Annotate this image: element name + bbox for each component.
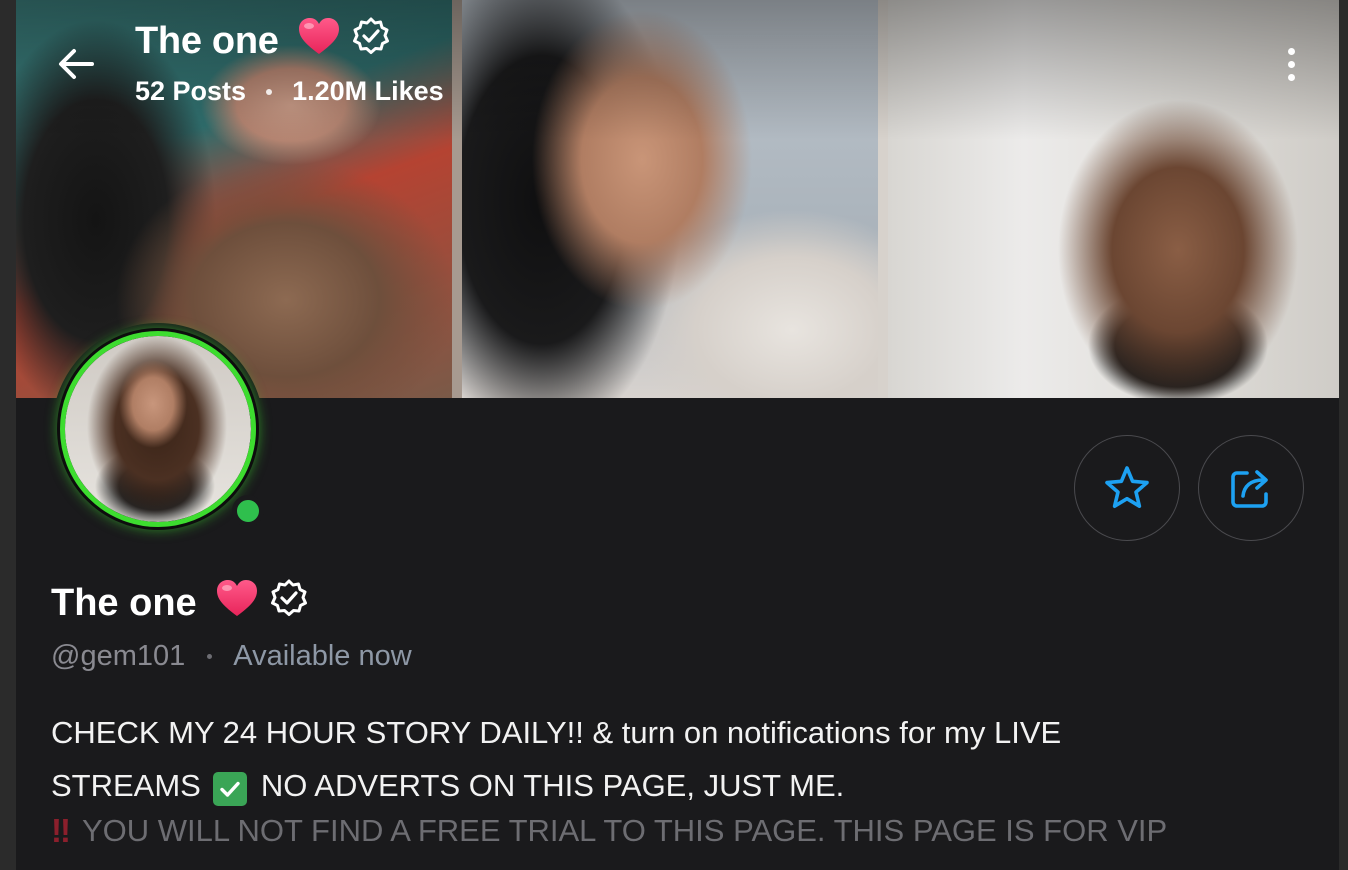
handle-row: @gem101 Available now [51, 640, 412, 673]
availability-status: Available now [233, 640, 412, 672]
add-to-favorites-button[interactable] [1074, 435, 1180, 541]
window-edge-left [0, 0, 16, 870]
window-edge-right [1339, 0, 1348, 870]
bio-line-faded: ‼ YOU WILL NOT FIND A FREE TRIAL TO THIS… [51, 812, 1168, 849]
share-icon [1231, 470, 1268, 508]
heart-icon [297, 16, 341, 66]
check-mark-icon [212, 772, 247, 806]
avatar[interactable] [52, 323, 264, 535]
double-exclamation-icon: ‼ [51, 812, 71, 849]
separator-dot [207, 654, 213, 659]
avatar-image [65, 336, 251, 522]
header-stats: 52 Posts 1.20M Likes [135, 76, 444, 107]
more-options-button[interactable] [1278, 40, 1304, 88]
separator-dot [266, 88, 273, 95]
profile-name: The one [51, 578, 309, 628]
more-vertical-icon [1287, 47, 1295, 55]
profile-page: The one 52 Posts 1.20M Likes The one @ge… [16, 0, 1339, 870]
bio-line: STREAMS NO ADVERTS ON THIS PAGE, JUST ME. [51, 759, 1201, 812]
back-button[interactable] [54, 42, 98, 86]
bio-line: CHECK MY 24 HOUR STORY DAILY!! & turn on… [51, 715, 1062, 750]
heart-icon [215, 578, 259, 628]
story-ring [60, 331, 256, 527]
posts-count: 52 Posts [135, 76, 247, 106]
online-status-indicator [232, 495, 264, 527]
profile-bio: CHECK MY 24 HOUR STORY DAILY!! & turn on… [51, 706, 1201, 812]
star-icon [1105, 466, 1149, 508]
username-handle: @gem101 [51, 640, 186, 672]
header-name: The one [135, 19, 279, 62]
header-title: The one [135, 16, 391, 66]
arrow-left-icon [59, 49, 94, 79]
verified-badge-icon [351, 16, 391, 66]
profile-display-name: The one [51, 581, 197, 624]
share-profile-button[interactable] [1198, 435, 1304, 541]
verified-badge-icon [269, 578, 309, 628]
likes-count: 1.20M Likes [292, 76, 444, 106]
